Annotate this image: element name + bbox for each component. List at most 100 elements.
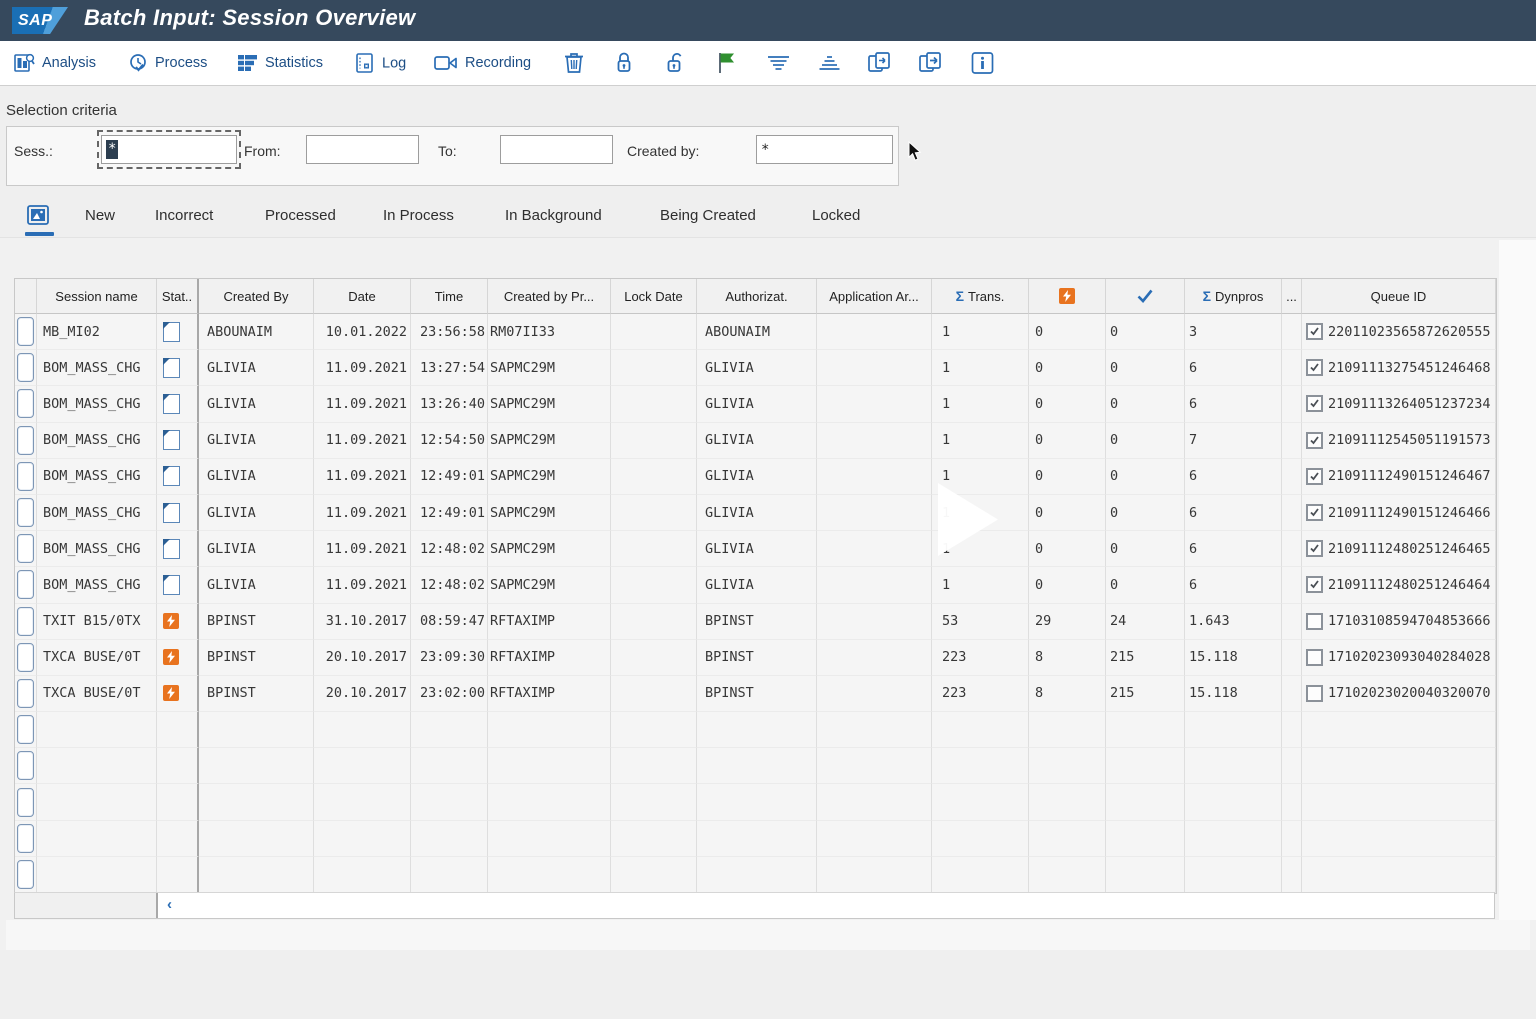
column-header[interactable]: Lock Date — [611, 279, 697, 314]
table-cell: GLIVIA — [697, 531, 817, 567]
tab-locked[interactable]: Locked — [812, 207, 860, 224]
horizontal-scrollbar[interactable]: ‹ — [14, 892, 1495, 919]
table-cell: GLIVIA — [199, 531, 314, 567]
table-cell: GLIVIA — [199, 350, 314, 386]
from-input[interactable] — [306, 135, 419, 164]
table-cell: 1 — [932, 423, 1029, 459]
created-by-input[interactable]: * — [756, 135, 893, 164]
row-select-button[interactable] — [17, 751, 34, 780]
table-cell: BPINST — [697, 676, 817, 712]
tab-in-background[interactable]: In Background — [505, 207, 602, 224]
session-value: TXCA BUSE/0T — [43, 649, 141, 665]
row-select-button[interactable] — [17, 824, 34, 853]
checkbox-checked-icon[interactable] — [1306, 540, 1323, 557]
tab-new[interactable]: New — [85, 207, 115, 224]
column-header[interactable] — [1029, 279, 1106, 314]
delete-session-button[interactable] — [563, 51, 585, 75]
column-header-label: Dynpros — [1215, 289, 1263, 304]
checkbox-checked-icon[interactable] — [1306, 468, 1323, 485]
tab-overview[interactable] — [26, 203, 50, 232]
log-button[interactable]: Log — [355, 53, 406, 74]
row-select-button[interactable] — [17, 353, 34, 382]
checkbox-unchecked-icon[interactable] — [1306, 613, 1323, 630]
column-header[interactable]: ΣTrans. — [932, 279, 1029, 314]
program-value: SAPMC29M — [490, 541, 555, 557]
process-button[interactable]: Process — [128, 53, 207, 73]
release-session-button[interactable] — [716, 51, 736, 75]
table-cell — [1282, 531, 1302, 567]
row-select-button[interactable] — [17, 607, 34, 636]
lock-session-button[interactable] — [614, 51, 634, 75]
tab-being-created[interactable]: Being Created — [660, 207, 756, 224]
column-header[interactable]: Time — [411, 279, 488, 314]
tab-processed[interactable]: Processed — [265, 207, 336, 224]
session-input[interactable]: * — [101, 135, 237, 164]
sap-logo-text: SAP — [12, 12, 52, 30]
checkbox-checked-icon[interactable] — [1306, 395, 1323, 412]
table-cell: 8 — [1029, 640, 1106, 676]
table-cell: 11.09.2021 — [314, 350, 411, 386]
done-value: 0 — [1110, 396, 1118, 412]
row-select-button[interactable] — [17, 498, 34, 527]
column-header[interactable]: Created by Pr... — [488, 279, 611, 314]
column-header[interactable] — [1106, 279, 1185, 314]
table-cell — [37, 821, 157, 857]
sort-descending-button[interactable] — [766, 53, 791, 73]
table-cell — [1282, 350, 1302, 386]
info-button[interactable] — [971, 52, 994, 75]
row-select-button[interactable] — [17, 317, 34, 346]
tab-in-process[interactable]: In Process — [383, 207, 454, 224]
table-cell: 23:02:00 — [411, 676, 488, 712]
column-header[interactable]: Date — [314, 279, 411, 314]
table-cell — [1282, 748, 1302, 784]
table-cell — [199, 857, 314, 893]
row-select-button[interactable] — [17, 462, 34, 491]
table-cell — [611, 531, 697, 567]
tab-incorrect[interactable]: Incorrect — [155, 207, 213, 224]
column-header[interactable]: Authorizat. — [697, 279, 817, 314]
analysis-button[interactable]: Analysis — [14, 53, 96, 73]
table-cell — [1185, 748, 1282, 784]
queue-id-value: 21091112545051191573 — [1328, 432, 1491, 448]
table-cell: BPINST — [199, 640, 314, 676]
column-header[interactable]: ... — [1282, 279, 1302, 314]
row-select-button[interactable] — [17, 788, 34, 817]
row-select-button[interactable] — [17, 715, 34, 744]
checkbox-checked-icon[interactable] — [1306, 576, 1323, 593]
to-input[interactable] — [500, 135, 613, 164]
row-select-button[interactable] — [17, 426, 34, 455]
unlock-session-button[interactable] — [664, 51, 688, 75]
checkbox-unchecked-icon[interactable] — [1306, 685, 1323, 702]
scroll-left-icon[interactable]: ‹ — [167, 896, 172, 913]
column-header[interactable]: Application Ar... — [817, 279, 932, 314]
checkbox-checked-icon[interactable] — [1306, 504, 1323, 521]
status-cell — [157, 640, 199, 676]
sort-ascending-button[interactable] — [817, 53, 842, 73]
row-select-button[interactable] — [17, 389, 34, 418]
recording-label: Recording — [465, 55, 531, 71]
row-select-button[interactable] — [17, 860, 34, 889]
video-play-overlay-icon[interactable] — [938, 483, 998, 561]
checkbox-checked-icon[interactable] — [1306, 323, 1323, 340]
column-header[interactable]: Queue ID — [1302, 279, 1496, 314]
copy-session-button[interactable] — [867, 51, 893, 75]
checkbox-unchecked-icon[interactable] — [1306, 649, 1323, 666]
program-value: SAPMC29M — [490, 396, 555, 412]
column-header[interactable]: Created By — [199, 279, 314, 314]
column-header[interactable]: Session name — [37, 279, 157, 314]
row-select-button[interactable] — [17, 534, 34, 563]
time-value: 12:54:50 — [420, 432, 485, 448]
statistics-button[interactable]: Statistics — [237, 53, 323, 73]
recording-button[interactable]: Recording — [434, 54, 531, 72]
column-header[interactable]: Stat.. — [157, 279, 199, 314]
table-cell — [611, 495, 697, 531]
checkbox-checked-icon[interactable] — [1306, 432, 1323, 449]
column-header[interactable]: ΣDynpros — [1185, 279, 1282, 314]
row-select-button[interactable] — [17, 679, 34, 708]
session-value: MB_MI02 — [43, 324, 100, 340]
authorization-value: GLIVIA — [705, 577, 754, 593]
row-select-button[interactable] — [17, 570, 34, 599]
row-select-button[interactable] — [17, 643, 34, 672]
checkbox-checked-icon[interactable] — [1306, 359, 1323, 376]
export-session-button[interactable] — [918, 51, 944, 75]
